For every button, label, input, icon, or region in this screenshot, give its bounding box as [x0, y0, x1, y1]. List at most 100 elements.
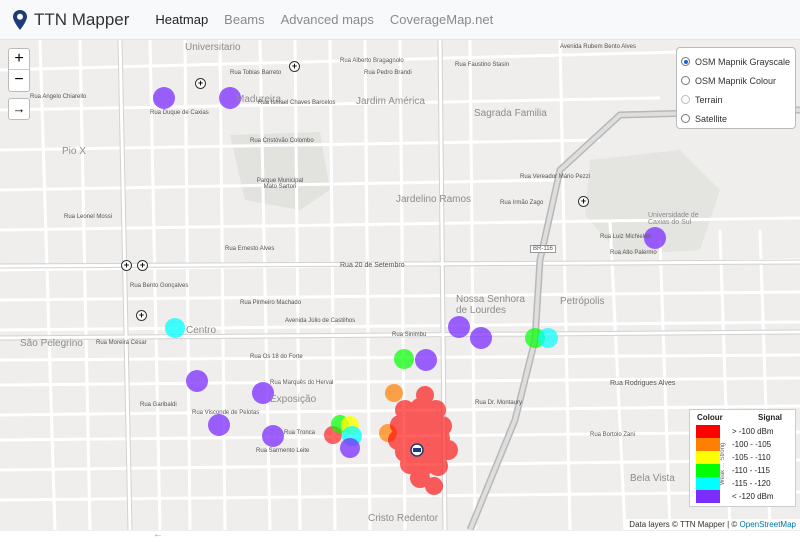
street-label: Rua Alberto Bragagnolo — [340, 58, 404, 64]
district-label: Jardim América — [356, 96, 425, 107]
layer-option-terrain[interactable]: Terrain — [681, 90, 791, 109]
street-label: Rua Tronca — [284, 430, 316, 436]
legend-labels: > -100 dBm -100 - -105 -105 - -110 -110 … — [732, 427, 774, 501]
legend-swatches — [696, 425, 720, 503]
coverage-point — [340, 438, 360, 458]
district-label: Universidade de Caxias do Sul — [648, 212, 699, 226]
brand-name: TTN Mapper — [34, 9, 130, 29]
highway-shield: BR-116 — [530, 245, 556, 253]
coverage-point — [186, 370, 208, 392]
radio-icon[interactable] — [681, 57, 690, 66]
hospital-icon: + — [578, 196, 589, 207]
coverage-point — [385, 384, 403, 402]
street-label: Rua 20 de Setembro — [340, 262, 405, 269]
hospital-icon: + — [121, 260, 132, 271]
nav-advanced-maps[interactable]: Advanced maps — [281, 12, 374, 27]
coverage-point — [262, 425, 284, 447]
district-label: Bela Vista — [630, 473, 675, 484]
legend-scale-label: Weak … Strong — [720, 442, 726, 486]
park-label: Parque Municipal Mato Sartori — [256, 178, 304, 190]
coverage-point — [415, 349, 437, 371]
street-label: Rua Luiz Michielon — [600, 234, 651, 240]
nav-beams[interactable]: Beams — [224, 12, 264, 27]
street-label: Rua Marquês do Herval — [270, 380, 334, 386]
street-label: Rua Pinheiro Machado — [240, 300, 302, 306]
street-label: Rua Cristóvão Colombo — [250, 138, 314, 144]
collapse-arrow-icon[interactable]: ← — [153, 529, 163, 540]
street-label: Rua Visconde de Pelotas — [192, 410, 260, 416]
street-label: Rua Bento Gonçalves — [130, 283, 189, 289]
district-label: Jardelino Ramos — [396, 194, 472, 205]
layer-switcher: OSM Mapnik Grayscale OSM Mapnik Colour T… — [676, 47, 796, 129]
street-label: Avenida Júlio de Castilhos — [285, 318, 356, 324]
layer-option-colour[interactable]: OSM Mapnik Colour — [681, 71, 791, 90]
brand[interactable]: TTN Mapper — [12, 9, 129, 31]
nav-heatmap[interactable]: Heatmap — [155, 12, 208, 27]
map-view[interactable]: Universitario Madureira Jardim América S… — [0, 40, 800, 530]
hospital-icon: + — [137, 260, 148, 271]
street-label: Rua Faustino Stasin — [455, 62, 510, 68]
coverage-point — [165, 318, 185, 338]
legend-swatch — [696, 425, 720, 438]
street-label: Rua Irmão Zago — [500, 200, 544, 206]
hospital-icon: + — [195, 78, 206, 89]
osm-link[interactable]: OpenStreetMap — [740, 520, 796, 529]
street-label: Rua Sarmento Leite — [256, 448, 310, 454]
district-label: Exposição — [270, 394, 317, 405]
coverage-point — [448, 316, 470, 338]
street-label: Rua Ismael Chaves Barcelos — [258, 100, 336, 106]
coverage-point — [470, 327, 492, 349]
coverage-point — [394, 349, 414, 369]
street-label: Rua Angelo Chiarello — [30, 94, 87, 100]
district-label: Petrópolis — [560, 296, 605, 307]
street-label: Rua Leonel Mossi — [64, 214, 113, 220]
street-label: Rua Rodrigues Alves — [610, 380, 676, 387]
district-label: São Pelegrino — [20, 338, 83, 349]
street-label: Rua Sinimbu — [392, 332, 427, 338]
street-label: Rua Duque de Caxias — [150, 110, 209, 116]
street-label: Rua Dr. Montaury — [475, 400, 523, 406]
legend-swatch — [696, 438, 720, 451]
map-attribution: Data layers © TTN Mapper | © OpenStreetM… — [625, 519, 800, 530]
radio-icon[interactable] — [681, 114, 690, 123]
hospital-icon: + — [136, 310, 147, 321]
district-label: Nossa Senhora de Lourdes — [456, 294, 525, 316]
hospital-icon: + — [289, 61, 300, 72]
legend-swatch — [696, 451, 720, 464]
district-label: Sagrada Familia — [474, 108, 547, 119]
coverage-point — [153, 87, 175, 109]
footer-bar: ← — [0, 529, 800, 542]
nav-coveragemap[interactable]: CoverageMap.net — [390, 12, 493, 27]
zoom-control: + − — [8, 48, 30, 92]
legend-swatch — [696, 477, 720, 490]
street-label: Avenida Rubem Bento Alves — [560, 44, 636, 50]
street-label: Rua Garibaldi — [140, 402, 177, 408]
legend-swatch — [696, 490, 720, 503]
district-label: Cristo Redentor — [368, 513, 439, 524]
district-label: Universitario — [185, 42, 241, 53]
navbar: TTN Mapper Heatmap Beams Advanced maps C… — [0, 0, 800, 40]
zoom-out-button[interactable]: − — [9, 70, 29, 91]
legend-swatch — [696, 464, 720, 477]
street-label: Rua Alto Palermo — [610, 250, 657, 256]
layer-option-grayscale[interactable]: OSM Mapnik Grayscale — [681, 52, 791, 71]
street-label: Rua Ernesto Alves — [225, 246, 275, 252]
coverage-point — [208, 414, 230, 436]
district-label: Centro — [186, 325, 217, 336]
radio-icon[interactable] — [681, 95, 690, 104]
location-pin-icon — [13, 9, 27, 30]
layer-option-satellite[interactable]: Satellite — [681, 109, 791, 128]
street-label: Rua Bortolo Zani — [590, 432, 636, 438]
legend-header: Colour Signal — [697, 413, 782, 422]
street-label: Rua Tobias Barreto — [230, 70, 282, 76]
reset-view-button[interactable]: → — [8, 98, 30, 120]
street-label: Rua Pedro Brandi — [364, 70, 412, 76]
street-label: Rua Os 18 do Forte — [250, 354, 303, 360]
zoom-in-button[interactable]: + — [9, 49, 29, 70]
street-label: Rua Vereador Mário Pezzi — [520, 174, 591, 180]
radio-icon[interactable] — [681, 76, 690, 85]
coverage-point — [538, 328, 558, 348]
signal-legend: Colour Signal Weak … Strong > -100 dBm -… — [689, 409, 796, 507]
street-label: Rua Moreira César — [96, 340, 147, 346]
district-label: Pio X — [62, 146, 86, 157]
